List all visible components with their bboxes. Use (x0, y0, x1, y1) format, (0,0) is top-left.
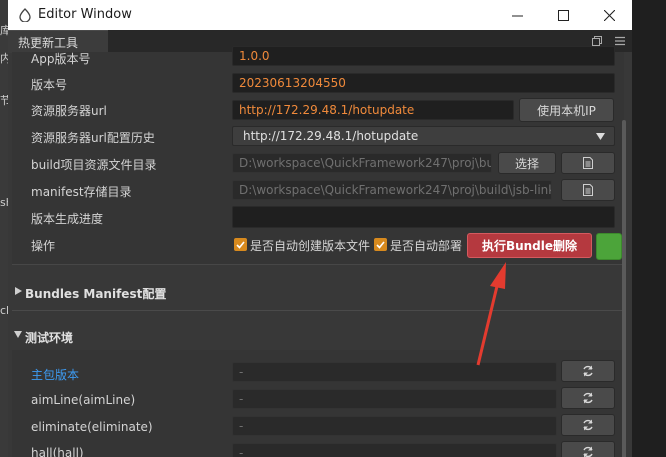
annotation-arrow (476, 262, 506, 366)
editor-window: Editor Window 热更新工具 App版本号 1.0.0 版本号 202… (8, 0, 632, 457)
background-editor-edge (632, 0, 666, 457)
